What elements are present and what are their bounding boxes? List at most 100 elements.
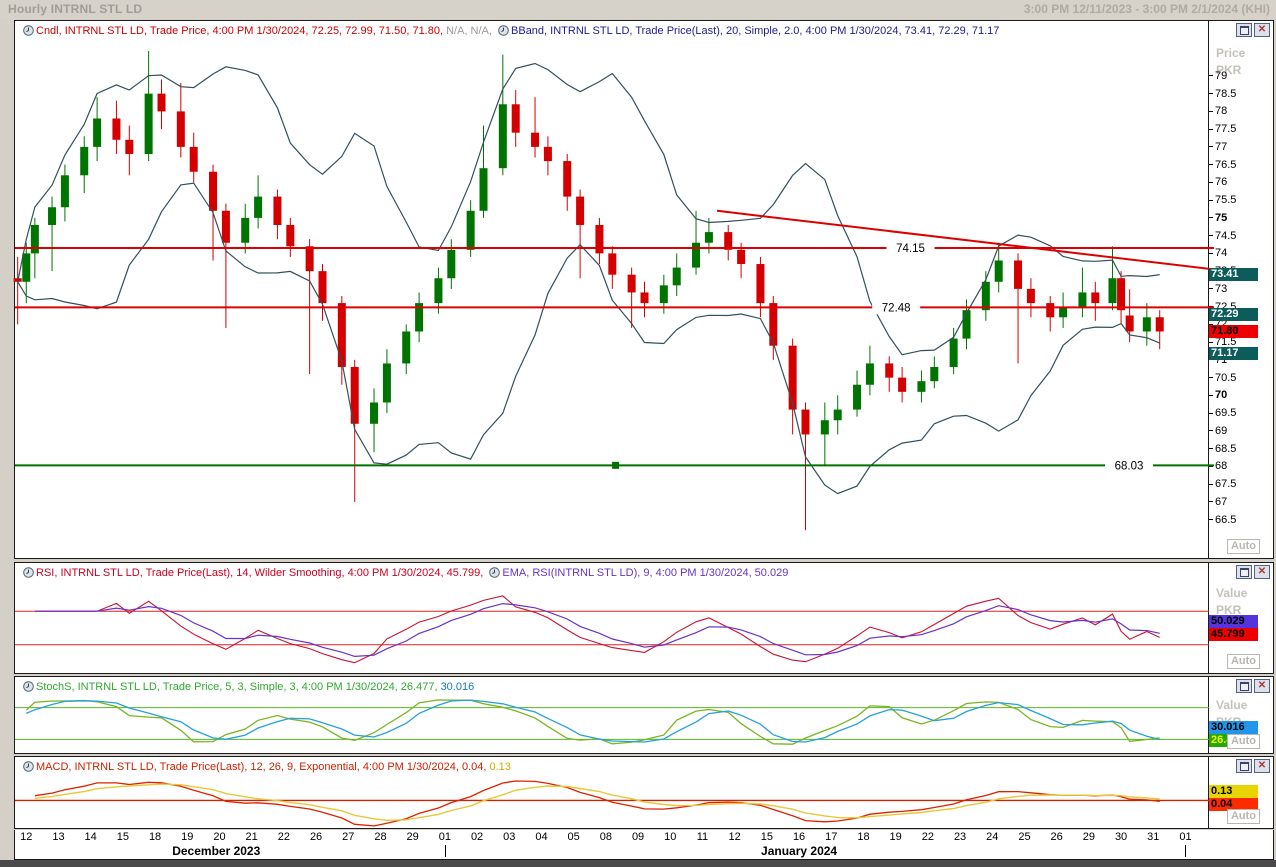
main-legend-item[interactable]: Cndl, INTRNL STL LD, Trade Price, 4:00 P… [20, 25, 443, 37]
main-legend-item[interactable]: N/A, N/A, [443, 25, 495, 37]
clock-icon [23, 681, 34, 692]
price-tick-label: 69 [1209, 425, 1227, 437]
stochastic-panel: StochS, INTRNL STL LD, Trade Price, 5, 3… [14, 676, 1274, 754]
rsi-legend-text: RSI, INTRNL STL LD, Trade Price(Last), 1… [36, 567, 486, 579]
rsi-legend-item[interactable]: EMA, RSI(INTRNL STL LD), 9, 4:00 PM 1/30… [486, 567, 788, 579]
macd-legend-text: MACD, INTRNL STL LD, Trade Price(Last), … [36, 761, 489, 773]
date-tick-label: 16 [793, 831, 805, 843]
date-tick-label: 05 [568, 831, 580, 843]
close-icon[interactable]: ✕ [1254, 679, 1270, 693]
price-tick-label: 68.5 [1209, 443, 1236, 455]
rsi-plot [15, 585, 1209, 673]
main-legend-text: Cndl, INTRNL STL LD, Trade Price, 4:00 P… [36, 25, 443, 37]
date-tick-label: 04 [535, 831, 547, 843]
date-tick-label: 01 [1179, 831, 1191, 843]
minimize-icon[interactable] [1236, 679, 1252, 693]
date-tick-label: 21 [246, 831, 258, 843]
clock-icon [23, 761, 34, 772]
date-tick-label: 28 [374, 831, 386, 843]
clock-icon [489, 567, 500, 578]
date-tick-label: 31 [1147, 831, 1159, 843]
close-icon[interactable]: ✕ [1254, 759, 1270, 773]
stoch-axis-title: Value [1216, 698, 1247, 712]
price-tick-label: 76.5 [1209, 159, 1236, 171]
macd-legend-item[interactable]: MACD, INTRNL STL LD, Trade Price(Last), … [20, 761, 489, 773]
date-tick-label: 08 [600, 831, 612, 843]
main-value-badge: 72.29 [1209, 308, 1258, 321]
main-value-badge: 73.41 [1209, 268, 1258, 281]
rsi-auto-scale-button[interactable]: Auto [1227, 654, 1260, 669]
macd-auto-scale-button[interactable]: Auto [1227, 809, 1260, 824]
macd-panel: MACD, INTRNL STL LD, Trade Price(Last), … [14, 756, 1274, 829]
macd-legend: MACD, INTRNL STL LD, Trade Price(Last), … [20, 759, 511, 774]
minimize-icon[interactable] [1236, 759, 1252, 773]
date-tick-label: 14 [85, 831, 97, 843]
date-tick-label: 02 [471, 831, 483, 843]
month-label: January 2024 [761, 844, 837, 858]
minimize-icon[interactable] [1236, 23, 1252, 37]
date-tick-label: 18 [857, 831, 869, 843]
price-level-label: 68.03 [1115, 460, 1144, 472]
month-boundary-tick [1185, 845, 1186, 857]
price-tick-label: 78 [1209, 105, 1227, 117]
stoch-legend-text: 30.016 [441, 681, 475, 693]
price-tick-label: 67.5 [1209, 478, 1236, 490]
price-tick-label: 70.5 [1209, 372, 1236, 384]
macd-legend-text: 0.13 [489, 761, 510, 773]
date-tick-label: 13 [52, 831, 64, 843]
stoch-auto-scale-button[interactable]: Auto [1227, 734, 1260, 749]
line-handle[interactable] [612, 462, 619, 469]
date-tick-label: 15 [117, 831, 129, 843]
window-title: Hourly INTRNL STL LD [8, 2, 142, 16]
price-tick-label: 66.5 [1209, 514, 1236, 526]
date-tick-label: 10 [664, 831, 676, 843]
close-icon[interactable]: ✕ [1254, 565, 1270, 579]
main-plot: 74.1572.4868.03 [15, 45, 1209, 559]
time-axis: 1213141518192021222627282901020304050809… [14, 830, 1274, 860]
date-tick-label: 26 [310, 831, 322, 843]
price-tick-label: 79 [1209, 70, 1227, 82]
window-titlebar[interactable]: Hourly INTRNL STL LD 3:00 PM 12/11/2023 … [0, 0, 1276, 19]
price-tick-label: 75.5 [1209, 194, 1236, 206]
clock-icon [23, 567, 34, 578]
date-tick-label: 11 [697, 831, 708, 843]
minimize-icon[interactable] [1236, 565, 1252, 579]
rsi-panel: RSI, INTRNL STL LD, Trade Price(Last), 1… [14, 562, 1274, 674]
rsi-value-badge: 45.799 [1209, 628, 1258, 641]
rsi-legend-item[interactable]: RSI, INTRNL STL LD, Trade Price(Last), 1… [20, 567, 486, 579]
price-tick-label: 67 [1209, 496, 1227, 508]
price-tick-label: 74 [1209, 247, 1227, 259]
close-icon[interactable]: ✕ [1254, 23, 1270, 37]
price-tick-label: 68 [1209, 460, 1227, 472]
month-label: December 2023 [172, 844, 260, 858]
date-tick-label: 29 [1083, 831, 1095, 843]
main-legend-item[interactable]: BBand, INTRNL STL LD, Trade Price(Last),… [495, 25, 999, 37]
price-tick-label: 74.5 [1209, 230, 1236, 242]
main-value-badge: 71.17 [1209, 347, 1258, 360]
main-auto-scale-button[interactable]: Auto [1227, 539, 1260, 554]
date-tick-label: 23 [954, 831, 966, 843]
price-tick-label: 70 [1209, 389, 1227, 401]
macd-plot [15, 775, 1209, 829]
macd-legend-item[interactable]: 0.13 [489, 761, 510, 773]
date-tick-label: 12 [729, 831, 741, 843]
date-tick-label: 19 [890, 831, 902, 843]
main-legend: Cndl, INTRNL STL LD, Trade Price, 4:00 P… [20, 23, 999, 38]
date-tick-label: 18 [149, 831, 161, 843]
date-tick-label: 03 [503, 831, 515, 843]
date-tick-label: 29 [407, 831, 419, 843]
rsi-axis-title: Value [1216, 586, 1247, 600]
date-tick-label: 20 [213, 831, 225, 843]
price-tick-label: 75 [1209, 212, 1227, 224]
trendline[interactable] [717, 211, 1214, 270]
main-axis-title: Price [1216, 46, 1245, 60]
rsi-value-badge: 50.029 [1209, 615, 1258, 628]
date-tick-label: 19 [181, 831, 193, 843]
date-tick-label: 01 [439, 831, 451, 843]
stoch-legend-item[interactable]: 30.016 [441, 681, 475, 693]
price-tick-label: 76 [1209, 176, 1227, 188]
date-tick-label: 27 [342, 831, 354, 843]
stoch-legend-item[interactable]: StochS, INTRNL STL LD, Trade Price, 5, 3… [20, 681, 441, 693]
window-time-range: 3:00 PM 12/11/2023 - 3:00 PM 2/1/2024 (K… [1024, 2, 1270, 16]
main-legend-text: N/A, N/A, [443, 25, 495, 37]
